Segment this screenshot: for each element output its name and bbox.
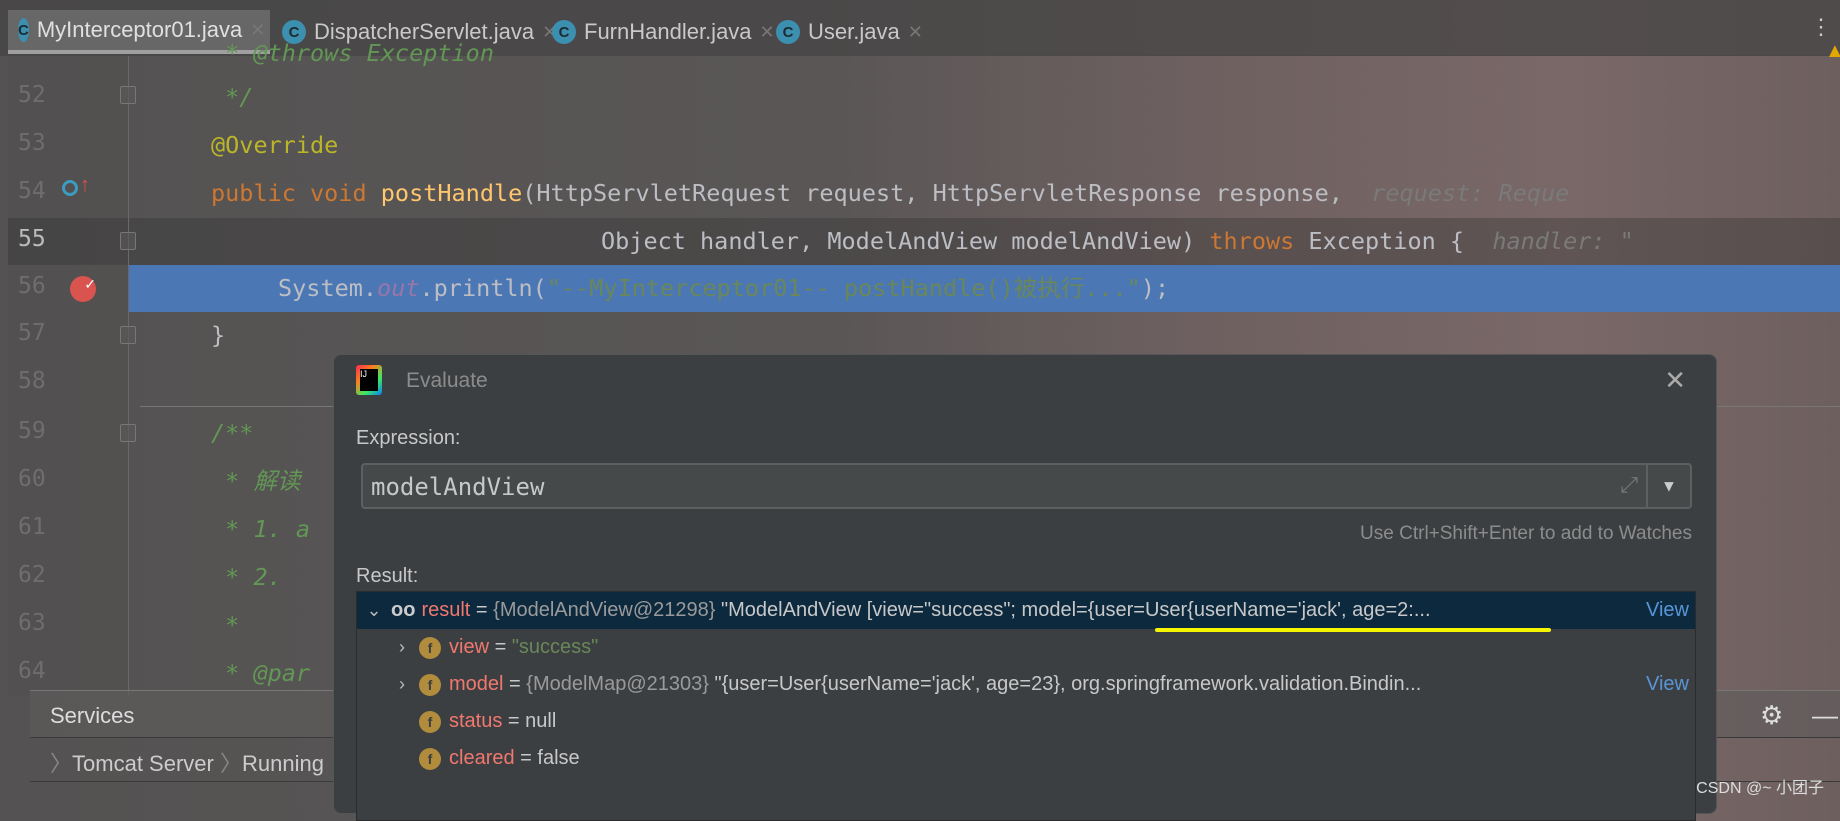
tree-row-cleared[interactable]: f cleared = false bbox=[357, 740, 1695, 777]
line-number: 63 bbox=[18, 610, 46, 636]
result-tree: ⌄ oo result = {ModelAndView@21298} "ModelA… bbox=[356, 591, 1696, 821]
line-number: 57 bbox=[18, 320, 46, 346]
code-line: * @throws Exception bbox=[211, 39, 494, 67]
field-icon: f bbox=[419, 636, 441, 659]
code-line: public void postHandle(HttpServletReques… bbox=[211, 179, 1570, 207]
evaluate-dialog: IJ Evaluate ✕ Expression: modelAndView ⤢ ▼… bbox=[333, 354, 1717, 821]
intellij-logo-icon: IJ bbox=[356, 365, 382, 395]
code-line: * @par bbox=[211, 659, 311, 687]
watermark: CSDN @~ 小团子 bbox=[1696, 780, 1824, 797]
gutter-divider bbox=[128, 56, 129, 696]
history-dropdown-button[interactable]: ▼ bbox=[1646, 465, 1690, 507]
breadcrumb-item[interactable]: Running bbox=[242, 751, 324, 776]
breakpoint-icon[interactable]: ✓ bbox=[70, 276, 96, 302]
override-method-icon[interactable] bbox=[62, 180, 78, 196]
view-link[interactable]: View bbox=[1642, 673, 1689, 696]
line-number: 58 bbox=[18, 368, 46, 394]
fold-icon[interactable] bbox=[120, 86, 136, 104]
code-line: System.out.println("--MyInterceptor01-- … bbox=[278, 274, 1170, 302]
tab-furnhandler[interactable]: C FurnHandler.java ✕ bbox=[542, 10, 785, 54]
code-line: @Override bbox=[211, 131, 339, 159]
chevron-right-icon[interactable]: › bbox=[391, 674, 413, 695]
line-number: 64 bbox=[18, 658, 46, 684]
chevron-right-icon[interactable]: › bbox=[391, 637, 413, 658]
field-icon: f bbox=[419, 747, 441, 770]
tree-row-model[interactable]: › f model = {ModelMap@21303} "{user=User{u… bbox=[357, 666, 1695, 703]
watches-hint: Use Ctrl+Shift+Enter to add to Watches bbox=[1360, 523, 1692, 544]
fold-icon[interactable] bbox=[120, 326, 136, 344]
field-icon: f bbox=[419, 673, 441, 696]
view-link[interactable]: View bbox=[1642, 599, 1689, 622]
code-line: * 解读 bbox=[211, 467, 301, 495]
close-icon[interactable]: ✕ bbox=[1664, 365, 1686, 396]
minimize-icon[interactable]: — bbox=[1812, 700, 1838, 731]
line-number: 60 bbox=[18, 466, 46, 492]
breadcrumb-item[interactable]: Tomcat Server bbox=[72, 751, 214, 776]
tab-user[interactable]: C User.java ✕ bbox=[766, 10, 933, 54]
code-line: */ bbox=[211, 83, 254, 111]
dialog-title: Evaluate bbox=[406, 369, 488, 392]
fold-icon[interactable] bbox=[120, 232, 136, 250]
code-line: * 1. a bbox=[211, 515, 311, 543]
tree-row-view[interactable]: › f view = "success" bbox=[357, 629, 1695, 666]
line-number: 62 bbox=[18, 562, 46, 588]
line-number: 55 bbox=[18, 226, 46, 252]
code-line: * 2. bbox=[211, 563, 282, 591]
fold-icon[interactable] bbox=[120, 424, 136, 442]
code-line: } bbox=[211, 321, 226, 349]
expand-icon[interactable]: ⤢ bbox=[1620, 473, 1638, 498]
field-icon: f bbox=[419, 710, 441, 733]
line-number: 59 bbox=[18, 418, 46, 444]
warning-icon[interactable]: ▲ bbox=[1825, 40, 1840, 63]
line-number: 54 bbox=[18, 178, 46, 204]
code-line: Object handler, ModelAndView modelAndVie… bbox=[601, 227, 1634, 255]
close-icon[interactable]: ✕ bbox=[908, 22, 923, 43]
tree-row-result[interactable]: ⌄ oo result = {ModelAndView@21298} "ModelA… bbox=[357, 592, 1695, 629]
gear-icon[interactable]: ⚙ bbox=[1760, 700, 1783, 731]
line-number: 61 bbox=[18, 514, 46, 540]
line-number: 52 bbox=[18, 82, 46, 108]
arrow-up-icon: ↑ bbox=[80, 174, 90, 196]
more-tabs-icon[interactable]: ⋮ bbox=[1810, 14, 1832, 40]
line-number: 53 bbox=[18, 130, 46, 156]
class-icon: C bbox=[776, 20, 800, 44]
line-number: 56 bbox=[18, 273, 46, 299]
tree-row-status[interactable]: f status = null bbox=[357, 703, 1695, 740]
chevron-down-icon[interactable]: ⌄ bbox=[363, 600, 385, 621]
code-line: * bbox=[211, 611, 240, 639]
class-icon: C bbox=[18, 18, 29, 42]
result-label: Result: bbox=[356, 565, 419, 587]
highlight-underline bbox=[1155, 628, 1551, 632]
expression-label: Expression: bbox=[356, 427, 461, 449]
expression-input[interactable]: modelAndView ⤢ ▼ bbox=[361, 463, 1692, 509]
code-line: /** bbox=[211, 419, 254, 447]
watch-glasses-icon: oo bbox=[391, 599, 416, 621]
class-icon: C bbox=[552, 20, 576, 44]
